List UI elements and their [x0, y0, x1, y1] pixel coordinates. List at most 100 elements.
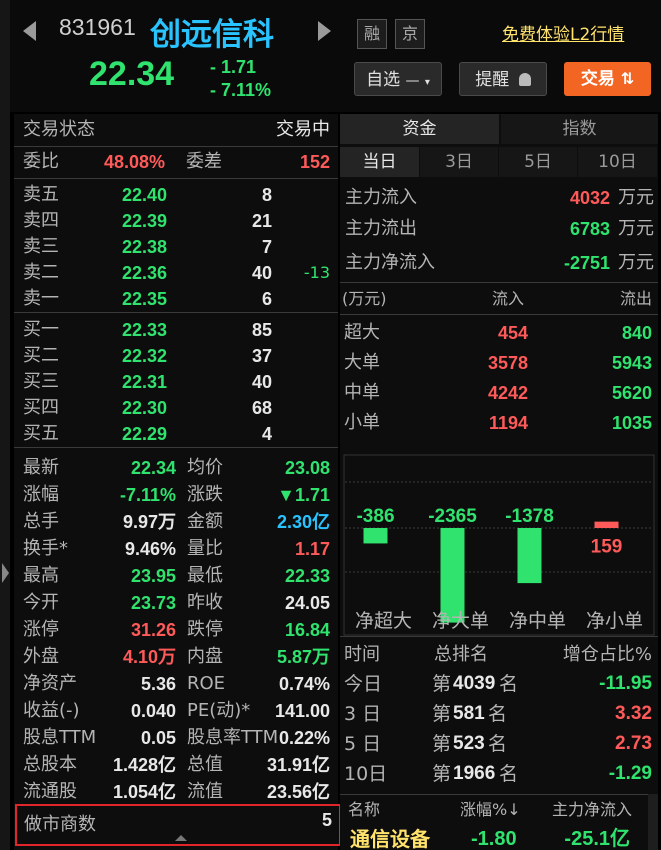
- quote-stat-row: 外盘 4.10万 内盘 5.87万: [14, 644, 338, 670]
- alert-label: 提醒: [475, 70, 510, 90]
- chart-category-label: 净中单: [508, 610, 566, 632]
- ask-level-label: 卖三: [23, 236, 59, 257]
- divider: [340, 794, 658, 795]
- stat-value: 141.00: [274, 701, 330, 721]
- bell-icon: [518, 73, 531, 86]
- quote-stat-row: 总股本 1.428亿 总值 31.91亿: [14, 752, 338, 778]
- watchlist-button[interactable]: 自选 — ▾: [354, 62, 442, 96]
- stat-label: ROE: [187, 673, 226, 694]
- flow-out-value: 5620: [611, 383, 652, 403]
- flow-row-label: 大单: [344, 352, 380, 373]
- bid-level-row[interactable]: 买四 22.30 68: [14, 395, 338, 421]
- flow-row: 中单 4242 5620: [340, 380, 658, 406]
- flow-table-header: (万元) 流入 流出: [340, 286, 658, 312]
- stat-label: 金额: [187, 511, 223, 532]
- order-ratio-value: 48.08%: [104, 152, 166, 172]
- quote-stat-row: 最高 23.95 最低 22.33: [14, 563, 338, 589]
- minus-icon: —: [405, 73, 420, 89]
- rank-row: 10日 第 1966 名 -1.29: [340, 761, 658, 787]
- stat-value: 1.428亿: [112, 755, 176, 775]
- ask-price: 22.35: [122, 289, 168, 309]
- flow-out-value: 840: [621, 323, 652, 343]
- ask-level-row[interactable]: 卖四 22.39 21: [14, 208, 338, 234]
- main-net-unit: 万元: [618, 252, 654, 273]
- stat-label: PE(动)*: [187, 700, 251, 721]
- rank-col-time: 时间: [344, 644, 380, 665]
- main-outflow-unit: 万元: [618, 218, 654, 239]
- stat-value: 0.22%: [278, 728, 330, 748]
- period-tab[interactable]: 当日: [340, 147, 419, 177]
- tab-index[interactable]: 指数: [501, 114, 658, 144]
- scrollbar[interactable]: [648, 794, 658, 850]
- market-maker-value: 5: [321, 810, 332, 830]
- stat-value: 24.05: [284, 593, 330, 613]
- period-tab[interactable]: 3日: [420, 147, 498, 177]
- ask-level-row[interactable]: 卖五 22.40 8: [14, 182, 338, 208]
- stat-label: 最高: [23, 565, 59, 586]
- bid-level-row[interactable]: 买三 22.31 40: [14, 369, 338, 395]
- chart-bar: [517, 528, 542, 584]
- ask-price: 22.39: [122, 211, 168, 231]
- rank-row: 3 日 第 581 名 3.32: [340, 701, 658, 727]
- main-net-row: 主力净流入 -2751 万元: [340, 250, 658, 276]
- rank-period: 3 日: [344, 703, 382, 725]
- sector-col-pct[interactable]: 涨幅%↓: [460, 797, 521, 823]
- period-tab[interactable]: 5日: [499, 147, 577, 177]
- bid-level-row[interactable]: 买五 22.29 4: [14, 421, 338, 447]
- ask-price: 22.40: [122, 185, 168, 205]
- main-outflow-row: 主力流出 6783 万元: [340, 216, 658, 242]
- stat-value: 31.26: [130, 620, 176, 640]
- main-outflow-label: 主力流出: [345, 218, 417, 239]
- bid-volume: 68: [251, 398, 272, 418]
- bid-level-row[interactable]: 买二 22.32 37: [14, 343, 338, 369]
- chart-data-label: -1378: [505, 506, 554, 527]
- flow-row: 超大 454 840: [340, 320, 658, 346]
- ask-volume: 8: [261, 185, 272, 205]
- main-outflow-value: 6783: [569, 219, 610, 239]
- tab-funds[interactable]: 资金: [340, 114, 499, 144]
- bid-price: 22.31: [122, 372, 168, 392]
- stat-label: 股息TTM: [23, 727, 97, 748]
- alert-button[interactable]: 提醒: [459, 62, 547, 96]
- rank-suffix: 名: [488, 733, 508, 755]
- expand-left-arrow-icon[interactable]: [2, 563, 9, 583]
- chart-category-label: 净超大: [354, 610, 412, 632]
- rank-row: 今日 第 4039 名 -11.95: [340, 671, 658, 697]
- collapse-up-arrow-icon[interactable]: [175, 835, 187, 841]
- stat-value: 9.97万: [122, 512, 176, 532]
- period-tab[interactable]: 10日: [578, 147, 657, 177]
- stock-name: 创远信科: [150, 17, 274, 53]
- quote-stat-row: 总手 9.97万 金额 2.30亿: [14, 509, 338, 535]
- stat-label: 涨幅: [23, 484, 59, 505]
- stat-value: 0.74%: [278, 674, 330, 694]
- stat-label: 总手: [23, 511, 59, 532]
- divider: [340, 282, 658, 283]
- trade-button[interactable]: 交易 ⇅: [564, 62, 651, 96]
- chart-data-label: -2365: [428, 506, 477, 527]
- ask-volume: 7: [261, 237, 272, 257]
- rank-number: 4039: [453, 673, 496, 694]
- rank-period: 今日: [344, 673, 383, 695]
- main-inflow-value: 4032: [569, 188, 610, 208]
- stat-label: 均价: [187, 457, 223, 478]
- stat-value: 1.054亿: [112, 782, 176, 802]
- swap-arrows-icon: ⇅: [620, 69, 635, 88]
- bid-volume: 85: [251, 320, 272, 340]
- sector-row[interactable]: 通信设备 -1.80 -25.1亿: [340, 826, 658, 850]
- stat-value: 23.95: [130, 566, 176, 586]
- l2-trial-link[interactable]: 免费体验L2行情: [502, 20, 624, 45]
- ask-level-row[interactable]: 卖一 22.35 6: [14, 286, 338, 312]
- divider: [340, 636, 658, 637]
- left-sidebar-strip: [0, 0, 10, 850]
- prev-stock-arrow-icon[interactable]: [23, 21, 36, 41]
- ask-level-row[interactable]: 卖三 22.38 7: [14, 234, 338, 260]
- bid-level-row[interactable]: 买一 22.33 85: [14, 317, 338, 343]
- divider: [14, 146, 338, 147]
- sector-name[interactable]: 通信设备: [350, 826, 430, 850]
- next-stock-arrow-icon[interactable]: [318, 21, 331, 41]
- rank-suffix: 名: [499, 763, 519, 785]
- rank-ratio-value: 3.32: [615, 703, 652, 724]
- ask-level-row[interactable]: 卖二 22.36 40 -13: [14, 260, 338, 286]
- flow-col-in: 流入: [492, 289, 525, 308]
- price-change: - 1.71: [210, 57, 257, 77]
